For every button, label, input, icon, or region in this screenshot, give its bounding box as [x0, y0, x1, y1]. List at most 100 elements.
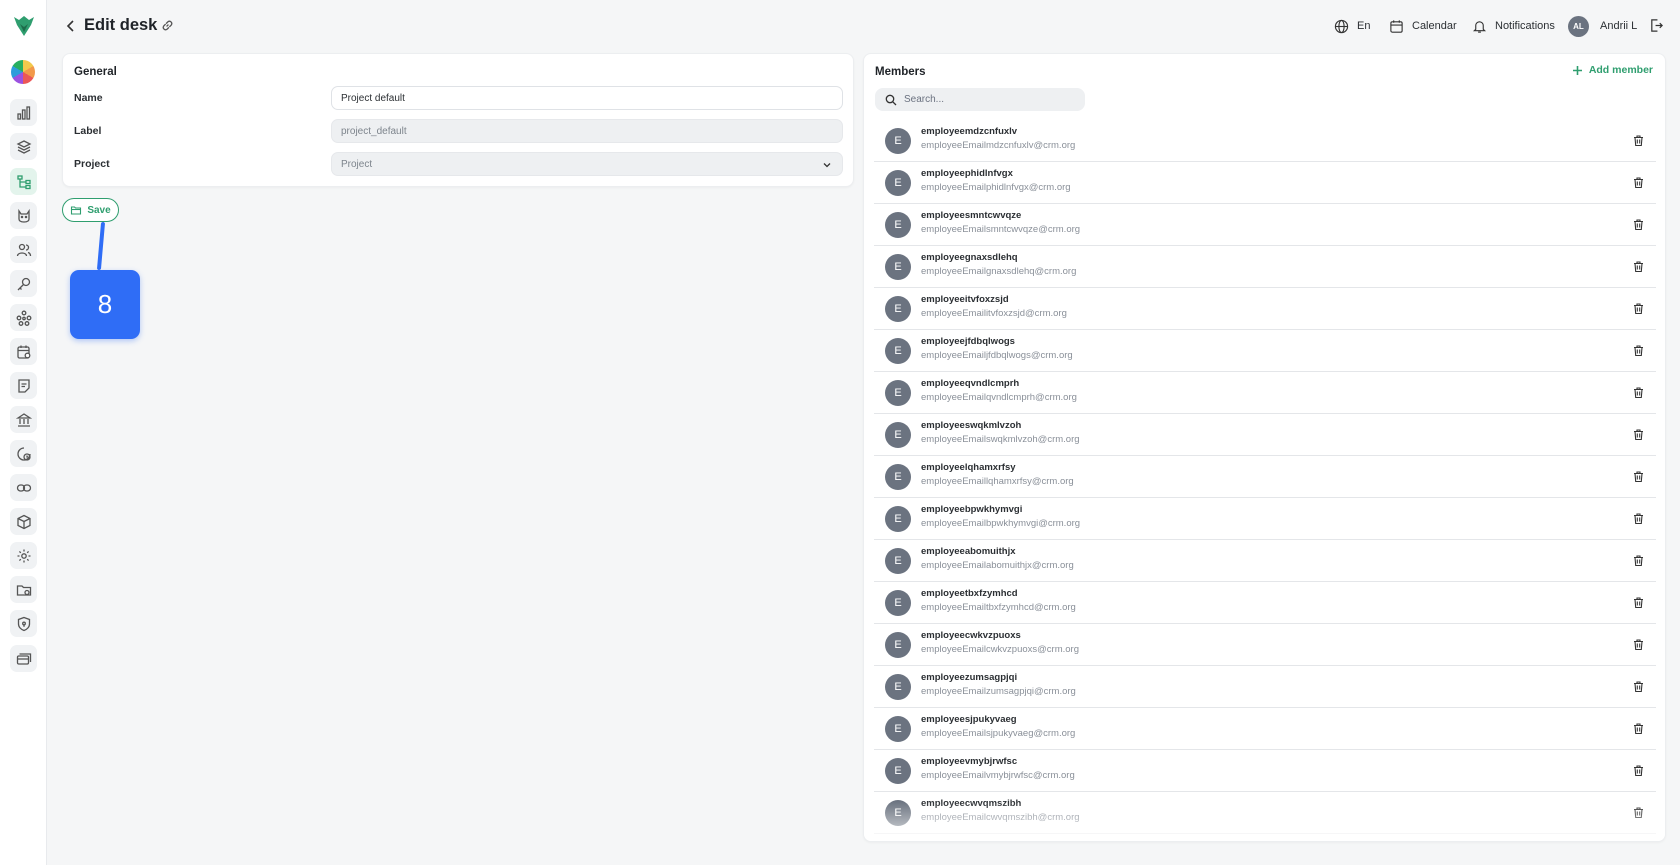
trash-icon[interactable] [1632, 302, 1645, 315]
color-wheel-icon[interactable] [11, 60, 35, 84]
member-name: employeesjpukyvaeg [921, 714, 1017, 725]
member-avatar: E [885, 548, 911, 574]
trash-icon[interactable] [1632, 386, 1645, 399]
member-row[interactable]: Eemployeegnaxsdlehq employeeEmailgnaxsdle… [874, 246, 1656, 288]
member-row[interactable]: Eemployeesjpukyvaeg employeeEmailsjpukyva… [874, 708, 1656, 750]
member-row[interactable]: Eemployeecwkvzpuoxs employeeEmailcwkvzpuo… [874, 624, 1656, 666]
trash-icon[interactable] [1632, 512, 1645, 525]
member-email: employeeEmailcwkvzpuoxs@crm.org [921, 644, 1079, 655]
search-input[interactable]: Search... [875, 88, 1085, 111]
trash-icon[interactable] [1632, 470, 1645, 483]
sidebar-item-settings[interactable] [10, 542, 37, 569]
member-row[interactable]: Eemployeephidlnfvgx employeeEmailphidlnfv… [874, 162, 1656, 204]
chart-icon [16, 105, 30, 120]
trash-icon[interactable] [1632, 722, 1645, 735]
brand-logo[interactable] [12, 14, 36, 38]
sidebar-item-files[interactable] [10, 576, 37, 603]
notifications-link[interactable]: Notifications [1472, 16, 1555, 36]
user-name: Andrii L [1600, 20, 1638, 32]
sidebar-item-layers[interactable] [10, 133, 37, 160]
add-member-button[interactable]: Add member [1572, 64, 1653, 76]
member-avatar: E [885, 716, 911, 742]
add-member-label: Add member [1588, 64, 1653, 76]
sidebar-item-notes[interactable] [10, 372, 37, 399]
gear-icon [17, 549, 30, 562]
sidebar-item-products[interactable] [10, 508, 37, 535]
member-avatar: E [885, 422, 911, 448]
member-name: employeemdzcnfuxlv [921, 126, 1018, 137]
sidebar-item-analytics[interactable] [10, 99, 37, 126]
member-name: employeevmybjrwfsc [921, 756, 1018, 767]
trash-icon[interactable] [1632, 344, 1645, 357]
project-select[interactable]: Project [331, 152, 843, 176]
copy-link-icon[interactable] [160, 18, 175, 33]
trash-icon[interactable] [1632, 554, 1645, 567]
save-icon [71, 206, 82, 215]
trash-icon[interactable] [1632, 260, 1645, 273]
member-row[interactable]: Eemployeetbxfzymhcd employeeEmailtbxfzymh… [874, 582, 1656, 624]
sidebar-item-desks[interactable] [10, 168, 37, 195]
logout-icon[interactable] [1649, 18, 1664, 33]
trash-icon[interactable] [1632, 638, 1645, 651]
name-input[interactable]: Project default [331, 86, 843, 110]
member-row[interactable]: Eemployeeswqkmlvzoh employeeEmailswqkmlvz… [874, 414, 1656, 456]
member-row[interactable]: Eemployeevmybjrwfsc employeeEmailvmybjrwf… [874, 750, 1656, 792]
sidebar-item-clients[interactable] [10, 202, 37, 229]
search-placeholder: Search... [904, 94, 945, 105]
trash-icon[interactable] [1632, 218, 1645, 231]
label-label: Label [74, 125, 102, 137]
sidebar-item-schedule[interactable] [10, 338, 37, 365]
sidebar-item-keys[interactable] [10, 270, 37, 297]
sidebar-item-users[interactable] [10, 236, 37, 263]
member-row[interactable]: Eemployeeitvfoxzsjd employeeEmailitvfoxzs… [874, 288, 1656, 330]
notifications-label: Notifications [1495, 20, 1555, 32]
member-row[interactable]: Eemployeejfdbqlwogs employeeEmailjfdbqlwo… [874, 330, 1656, 372]
project-select-value: Project [341, 159, 373, 170]
member-email: employeeEmailcwvqmszibh@crm.org [921, 812, 1080, 823]
project-label: Project [74, 158, 110, 170]
member-row[interactable]: Eemployeeqvndlcmprh employeeEmailqvndlcmp… [874, 372, 1656, 414]
trash-icon[interactable] [1632, 596, 1645, 609]
member-row[interactable]: Eemployeesmntcwvqze employeeEmailsmntcwvq… [874, 204, 1656, 246]
member-email: employeeEmailsmntcwvqze@crm.org [921, 224, 1081, 235]
page-title: Edit desk [84, 16, 158, 34]
trash-icon[interactable] [1632, 764, 1645, 777]
save-button[interactable]: Save [62, 198, 119, 222]
back-chevron-icon[interactable] [64, 18, 78, 34]
user-menu[interactable]: AL Andrii L [1568, 15, 1638, 37]
sidebar-item-network[interactable] [10, 304, 37, 331]
layers-icon [16, 139, 31, 154]
time-icon [16, 446, 31, 461]
member-avatar: E [885, 338, 911, 364]
sidebar-item-integrations[interactable] [10, 474, 37, 501]
member-name: employeetbxfzymhcd [921, 588, 1018, 599]
member-row[interactable]: Eemployeezumsagpjqi employeeEmailzumsagpj… [874, 666, 1656, 708]
member-name: employeephidlnfvgx [921, 168, 1013, 179]
language-switcher[interactable]: En [1334, 16, 1370, 36]
member-avatar: E [885, 632, 911, 658]
member-row[interactable]: Eemployeecwvqmszibh employeeEmailcwvqmszi… [874, 792, 1656, 834]
trash-icon[interactable] [1632, 134, 1645, 147]
sidebar-item-payments[interactable] [10, 645, 37, 672]
member-email: employeeEmailbpwkhymvgi@crm.org [921, 518, 1081, 529]
trash-icon[interactable] [1632, 680, 1645, 693]
user-avatar: AL [1568, 15, 1589, 37]
member-email: employeeEmailzumsagpjqi@crm.org [921, 686, 1076, 697]
member-row[interactable]: Eemployeeabomuithjx employeeEmailabomuith… [874, 540, 1656, 582]
sidebar-item-bank[interactable] [10, 406, 37, 433]
language-label: En [1357, 20, 1371, 32]
member-email: employeeEmailtbxfzymhcd@crm.org [921, 602, 1076, 613]
sidebar-item-security[interactable] [10, 610, 37, 637]
trash-icon[interactable] [1632, 176, 1645, 189]
calendar-link[interactable]: Calendar [1389, 16, 1457, 36]
member-row[interactable]: Eemployeemdzcnfuxlv employeeEmailmdzcnfux… [874, 120, 1656, 162]
trash-icon[interactable] [1632, 428, 1645, 441]
member-row[interactable]: Eemployeebpwkhymvgi employeeEmailbpwkhymv… [874, 498, 1656, 540]
member-email: employeeEmailabomuithjx@crm.org [921, 560, 1074, 571]
member-row[interactable]: Eemployeelqhamxrfsy employeeEmaillqhamxrf… [874, 456, 1656, 498]
trash-icon[interactable] [1632, 806, 1645, 819]
members-card: Members Add member Search... Eemployeemd… [863, 53, 1666, 842]
network-icon [16, 310, 31, 326]
member-avatar: E [885, 758, 911, 784]
sidebar-item-time[interactable] [10, 440, 37, 467]
